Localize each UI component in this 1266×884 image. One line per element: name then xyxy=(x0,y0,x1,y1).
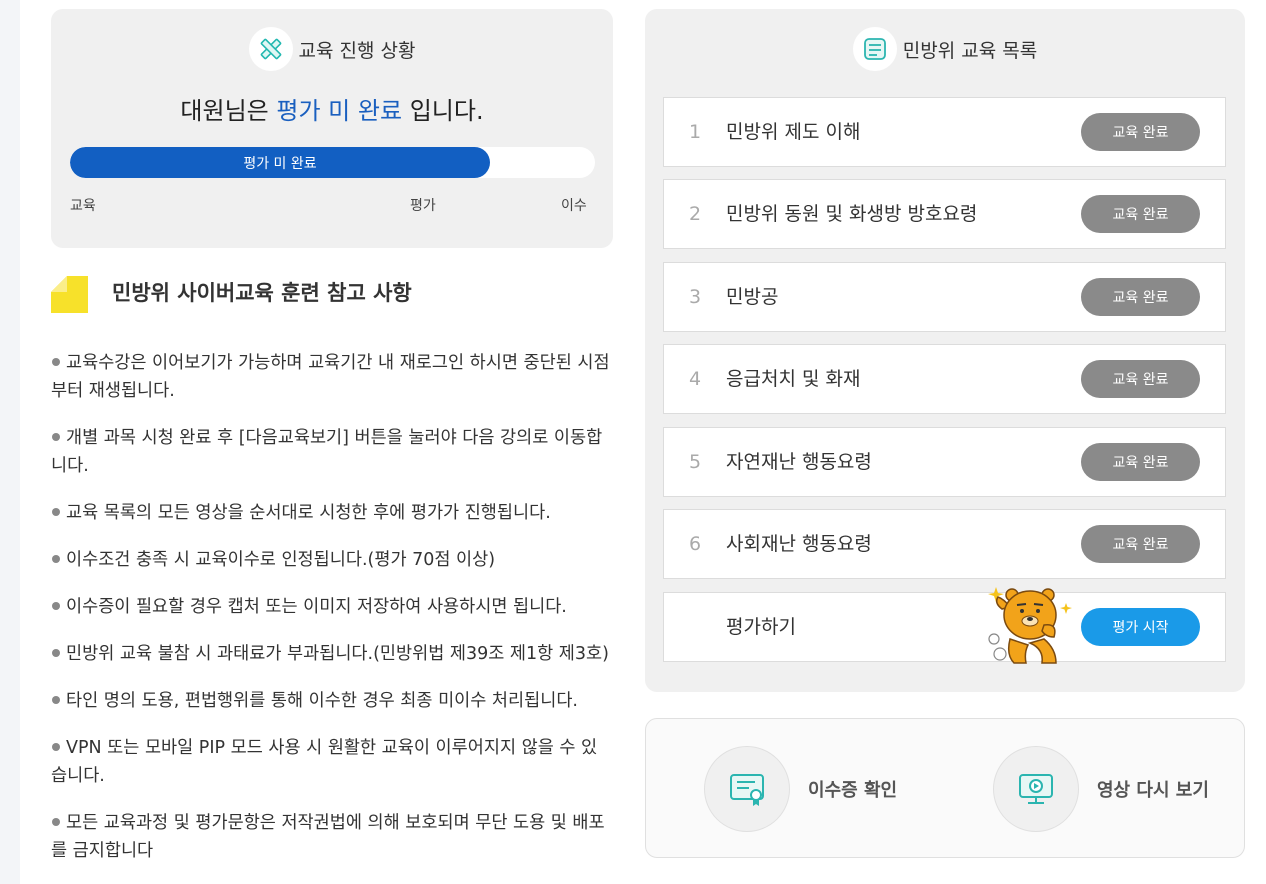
course-item-3[interactable]: 3 민방공 교육 완료 xyxy=(663,262,1226,332)
course-item-2[interactable]: 2 민방위 동원 및 화생방 방호요령 교육 완료 xyxy=(663,179,1226,249)
course-number: 6 xyxy=(689,533,702,555)
course-label: 민방위 동원 및 화생방 방호요령 xyxy=(726,203,978,225)
progress-card: 교육 진행 상황 대원님은 평가 미 완료 입니다. 평가 미 완료 교육 평가… xyxy=(51,9,613,248)
course-label: 민방공 xyxy=(726,286,779,308)
bullet-icon xyxy=(52,817,60,826)
notice-item: 교육 목록의 모든 영상을 순서대로 시청한 후에 평가가 진행됩니다. xyxy=(51,499,613,527)
notice-item: 이수조건 충족 시 교육이수로 인정됩니다.(평가 70점 이상) xyxy=(51,546,613,574)
course-item-6[interactable]: 6 사회재난 행동요령 교육 완료 xyxy=(663,509,1226,579)
course-item-1[interactable]: 1 민방위 제도 이해 교육 완료 xyxy=(663,97,1226,167)
certificate-action[interactable]: 이수증 확인 xyxy=(704,746,897,832)
bullet-icon xyxy=(52,742,60,751)
video-monitor-icon xyxy=(993,746,1079,832)
bullet-icon xyxy=(52,554,60,563)
bullet-icon xyxy=(52,695,60,704)
bullet-icon xyxy=(52,507,60,516)
progress-header: 교육 진행 상황 xyxy=(51,27,613,71)
notice-item: 모든 교육과정 및 평가문항은 저작권법에 의해 보호되며 무단 도용 및 배포… xyxy=(51,813,605,861)
course-complete-button[interactable]: 교육 완료 xyxy=(1081,113,1200,151)
evaluation-item[interactable]: 평가하기 평가 시작 xyxy=(663,587,1226,664)
left-margin-strip xyxy=(0,0,20,884)
replay-action[interactable]: 영상 다시 보기 xyxy=(993,746,1209,832)
course-complete-button[interactable]: 교육 완료 xyxy=(1081,443,1200,481)
notice-title: 민방위 사이버교육 훈련 참고 사항 xyxy=(112,281,412,305)
progress-title: 교육 진행 상황 xyxy=(298,39,416,62)
bullet-icon xyxy=(52,648,60,657)
progress-bar: 평가 미 완료 xyxy=(70,147,595,178)
list-board-icon xyxy=(852,27,897,71)
course-item-5[interactable]: 5 자연재난 행동요령 교육 완료 xyxy=(663,427,1226,497)
bullet-icon xyxy=(52,601,60,610)
course-number: 4 xyxy=(689,368,702,390)
course-complete-button[interactable]: 교육 완료 xyxy=(1081,195,1200,233)
notice-item: 민방위 교육 불참 시 과태료가 부과됩니다.(민방위법 제39조 제1항 제3… xyxy=(51,640,613,668)
progress-bar-fill: 평가 미 완료 xyxy=(70,147,490,178)
notice-item: VPN 또는 모바일 PIP 모드 사용 시 원활한 교육이 이루어지지 않을 … xyxy=(51,738,598,786)
evaluation-label: 평가하기 xyxy=(726,616,796,638)
pencil-ruler-icon xyxy=(248,27,293,71)
notice-item: 이수증이 필요할 경우 캡처 또는 이미지 저장하여 사용하시면 됩니다. xyxy=(51,593,613,621)
certificate-icon xyxy=(704,746,790,832)
course-complete-button[interactable]: 교육 완료 xyxy=(1081,360,1200,398)
bear-mascot-icon xyxy=(982,579,1072,665)
status-suffix: 입니다. xyxy=(409,97,484,125)
notice-item: 타인 명의 도용, 편법행위를 통해 이수한 경우 최종 미이수 처리됩니다. xyxy=(51,687,613,715)
course-list-title: 민방위 교육 목록 xyxy=(902,39,1038,62)
actions-panel: 이수증 확인 영상 다시 보기 xyxy=(645,718,1245,858)
course-number: 1 xyxy=(689,121,702,143)
course-number: 5 xyxy=(689,451,702,473)
start-evaluation-button[interactable]: 평가 시작 xyxy=(1081,608,1200,646)
notice-item: 개별 과목 시청 완료 후 [다음교육보기] 버튼을 눌러야 다음 강의로 이동… xyxy=(51,428,603,476)
certificate-label: 이수증 확인 xyxy=(808,780,898,801)
notice-item: 교육수강은 이어보기가 가능하며 교육기간 내 재로그인 하시면 중단된 시점부… xyxy=(51,353,610,401)
course-number: 3 xyxy=(689,286,702,308)
bullet-icon xyxy=(52,432,60,441)
course-complete-button[interactable]: 교육 완료 xyxy=(1081,525,1200,563)
course-label: 민방위 제도 이해 xyxy=(726,121,861,143)
stage-evaluation: 평가 xyxy=(410,198,436,214)
replay-label: 영상 다시 보기 xyxy=(1097,780,1209,801)
stage-completion: 이수 xyxy=(561,198,587,214)
course-complete-button[interactable]: 교육 완료 xyxy=(1081,278,1200,316)
status-prefix: 대원님은 xyxy=(180,97,269,125)
status-highlight: 평가 미 완료 xyxy=(276,97,403,125)
bullet-icon xyxy=(52,357,60,366)
stage-education: 교육 xyxy=(70,198,96,214)
course-label: 자연재난 행동요령 xyxy=(726,451,872,473)
course-label: 응급처치 및 화재 xyxy=(726,368,861,390)
course-list-panel: 민방위 교육 목록 1 민방위 제도 이해 교육 완료 2 민방위 동원 및 화… xyxy=(645,9,1245,692)
progress-status: 대원님은 평가 미 완료 입니다. xyxy=(51,91,613,126)
course-item-4[interactable]: 4 응급처치 및 화재 교육 완료 xyxy=(663,344,1226,414)
course-list-header: 민방위 교육 목록 xyxy=(645,27,1245,71)
notice-list: 교육수강은 이어보기가 가능하며 교육기간 내 재로그인 하시면 중단된 시점부… xyxy=(51,349,613,884)
notice-note-icon xyxy=(51,276,88,313)
course-number: 2 xyxy=(689,203,702,225)
course-label: 사회재난 행동요령 xyxy=(726,533,872,555)
